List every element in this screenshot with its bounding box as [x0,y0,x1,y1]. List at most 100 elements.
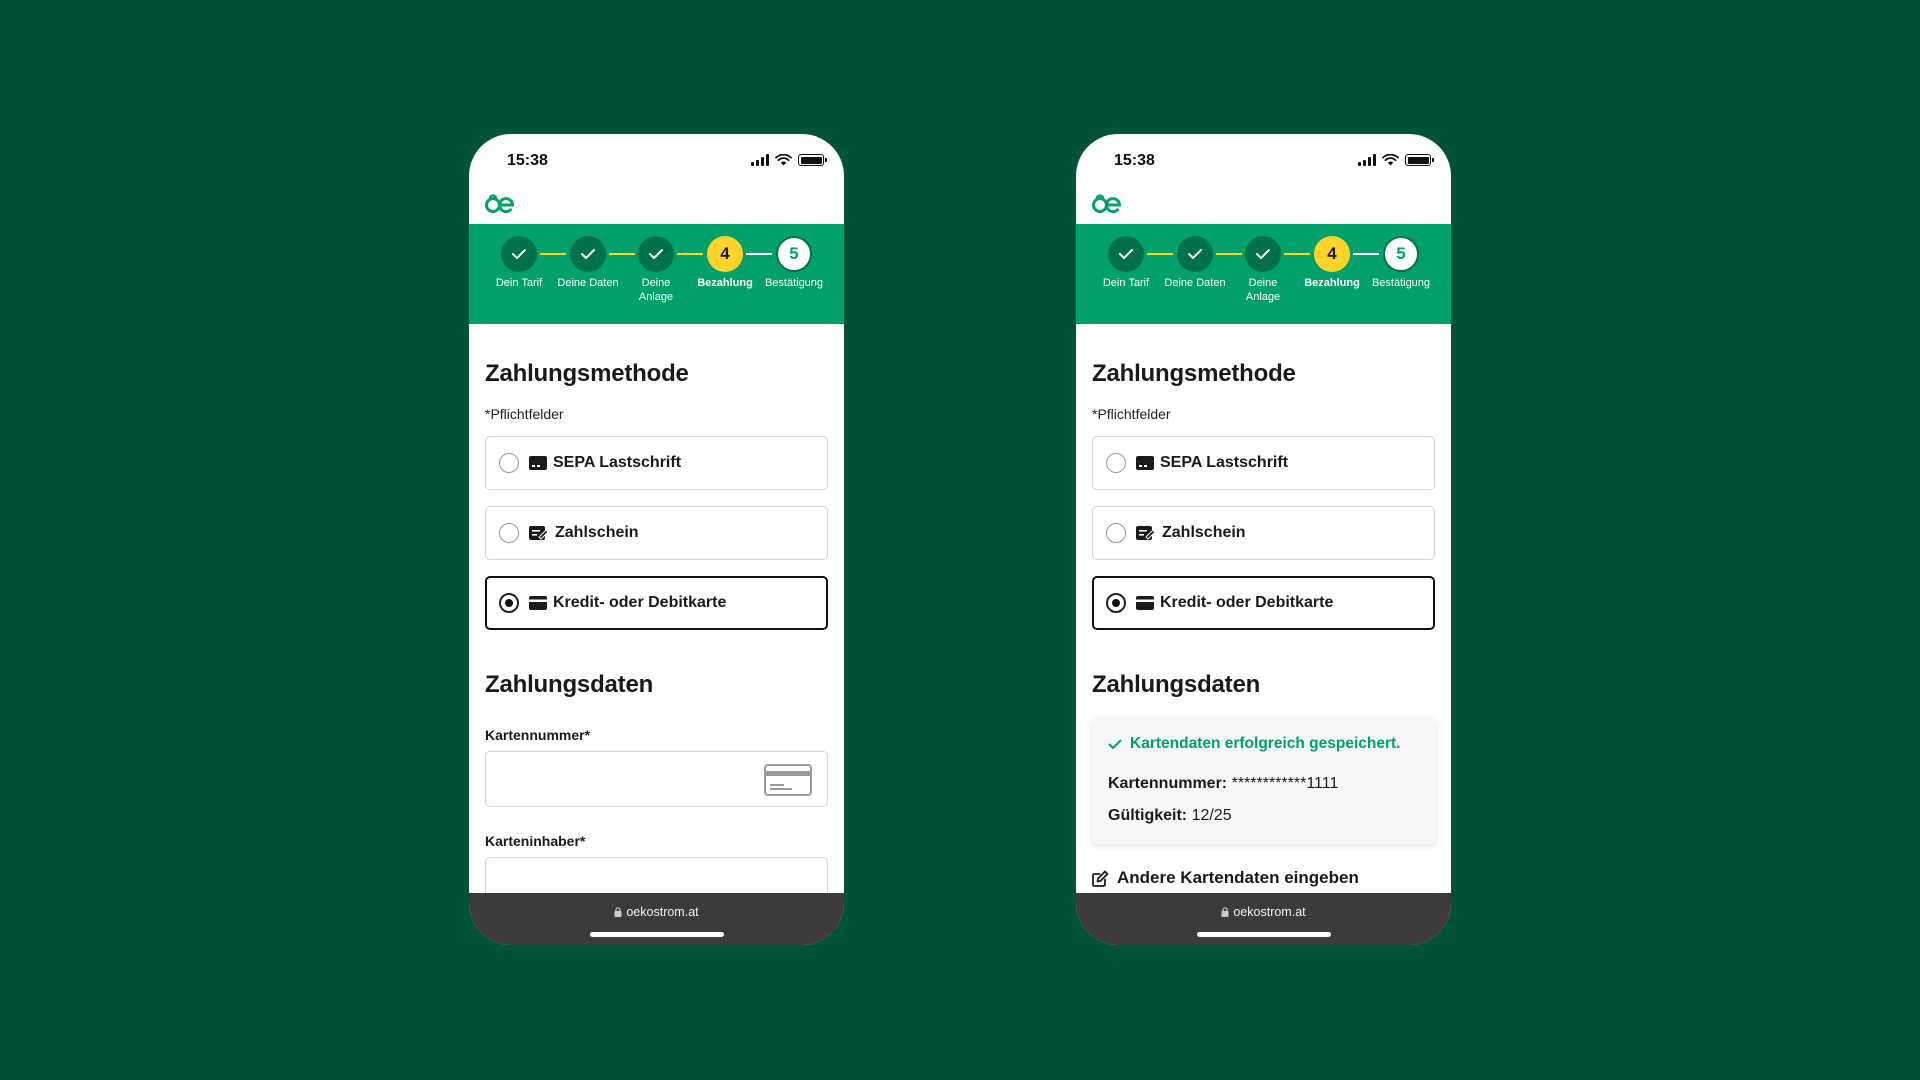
check-icon [1108,739,1122,749]
saved-card-number: Kartennummer: ************1111 [1108,775,1338,793]
validity-label: Gültigkeit: [1108,807,1188,824]
payment-option-label: Kredit- oder Debitkarte [1160,594,1334,611]
lock-icon [1221,907,1229,917]
step-dein-tarif[interactable]: Dein Tarif [1091,236,1161,290]
check-icon [1256,249,1270,259]
step-deine-anlage[interactable]: Deine Anlage [1228,236,1298,304]
check-icon [581,249,595,259]
step-number: 5 [776,236,812,272]
card-number-label: Kartennummer* [485,727,591,743]
payment-option-label: Kredit- oder Debitkarte [553,594,727,611]
status-time: 15:38 [507,152,548,169]
payment-content: Zahlungsmethode *Pflichtfelder SEPA Last… [469,324,844,945]
lock-icon [614,907,622,917]
payment-option-label: Zahlschein [1162,524,1246,541]
battery-icon [1405,154,1434,166]
success-message: Kartendaten erfolgreich gespeichert. [1108,735,1400,753]
wifi-icon [1382,154,1399,166]
step-label: Bestätigung [1371,277,1431,289]
bank-card-icon [1136,456,1154,470]
section-title-zahlungsdaten: Zahlungsdaten [1092,671,1261,698]
app-header [469,186,844,224]
card-holder-label: Karteninhaber* [485,833,586,849]
home-indicator[interactable] [589,932,724,937]
oekostrom-logo-icon[interactable] [1091,194,1123,214]
check-icon [512,249,526,259]
card-number-value: ************1111 [1231,775,1339,792]
step-deine-daten[interactable]: Deine Daten [553,236,623,290]
progress-stepper: Dein Tarif Deine Daten Deine Anlage 4 Be… [1076,224,1451,324]
edit-card-data-link[interactable]: Andere Kartendaten eingeben [1092,868,1359,888]
payslip-icon [529,526,549,540]
payment-option-label: Zahlschein [555,524,639,541]
status-time: 15:38 [1114,152,1155,169]
step-number: 4 [707,236,743,272]
payment-option-zahlschein[interactable]: Zahlschein [485,506,828,560]
credit-card-icon [529,596,547,610]
step-bezahlung[interactable]: 4 Bezahlung [1297,236,1367,290]
radio-button[interactable] [1106,453,1126,473]
step-dein-tarif[interactable]: Dein Tarif [484,236,554,290]
credit-card-placeholder-icon [764,764,812,796]
browser-url-text: oekostrom.at [626,905,699,919]
battery-icon [798,154,827,166]
check-icon [649,249,663,259]
browser-url[interactable]: oekostrom.at [1076,905,1451,919]
step-number: 5 [1383,236,1419,272]
status-bar: 15:38 [1076,134,1451,186]
section-title-zahlungsmethode: Zahlungsmethode [1092,360,1296,387]
wifi-icon [775,154,792,166]
payment-option-sepa[interactable]: SEPA Lastschrift [485,436,828,490]
payment-option-zahlschein[interactable]: Zahlschein [1092,506,1435,560]
home-indicator[interactable] [1196,932,1331,937]
step-label: Deine Anlage [1245,277,1281,303]
step-number: 4 [1314,236,1350,272]
payment-option-label: SEPA Lastschrift [553,454,682,471]
radio-button-selected[interactable] [1106,593,1126,613]
payment-option-kreditkarte[interactable]: Kredit- oder Debitkarte [1092,576,1435,630]
step-label: Deine Anlage [638,277,674,303]
section-title-zahlungsdaten: Zahlungsdaten [485,671,654,698]
bank-card-icon [529,456,547,470]
progress-stepper: Dein Tarif Deine Daten Deine Anlage 4 Be… [469,224,844,324]
radio-button[interactable] [1106,523,1126,543]
required-note: *Pflichtfelder [1092,406,1171,422]
success-message-text: Kartendaten erfolgreich gespeichert. [1130,735,1401,752]
required-note: *Pflichtfelder [485,406,564,422]
step-bestaetigung: 5 Bestätigung [759,236,829,290]
radio-button-selected[interactable] [499,593,519,613]
payslip-icon [1136,526,1156,540]
payment-content: Zahlungsmethode *Pflichtfelder SEPA Last… [1076,324,1451,945]
browser-bar: oekostrom.at [469,893,844,945]
status-bar: 15:38 [469,134,844,186]
phone-mockup-left: 15:38 Dein Tarif Deine Daten Deine Anlag… [469,134,844,945]
browser-url[interactable]: oekostrom.at [469,905,844,919]
oekostrom-logo-icon[interactable] [484,194,516,214]
saved-card-summary: Kartendaten erfolgreich gespeichert. Kar… [1092,717,1436,844]
step-deine-daten[interactable]: Deine Daten [1160,236,1230,290]
section-title-zahlungsmethode: Zahlungsmethode [485,360,689,387]
step-label: Bezahlung [697,277,753,289]
step-label: Bezahlung [1304,277,1360,289]
credit-card-icon [1136,596,1154,610]
payment-option-sepa[interactable]: SEPA Lastschrift [1092,436,1435,490]
card-number-label: Kartennummer: [1108,775,1228,792]
edit-icon [1092,870,1109,887]
payment-option-kreditkarte[interactable]: Kredit- oder Debitkarte [485,576,828,630]
signal-icon [751,154,769,166]
app-header [1076,186,1451,224]
signal-icon [1358,154,1376,166]
step-bezahlung[interactable]: 4 Bezahlung [690,236,760,290]
radio-button[interactable] [499,523,519,543]
radio-button[interactable] [499,453,519,473]
browser-url-text: oekostrom.at [1233,905,1306,919]
validity-value: 12/25 [1191,807,1232,824]
payment-option-label: SEPA Lastschrift [1160,454,1289,471]
step-bestaetigung: 5 Bestätigung [1366,236,1436,290]
step-label: Dein Tarif [495,277,543,289]
card-number-input[interactable] [485,751,828,807]
step-deine-anlage[interactable]: Deine Anlage [621,236,691,304]
saved-card-validity: Gültigkeit: 12/25 [1108,807,1232,825]
check-icon [1188,249,1202,259]
browser-bar: oekostrom.at [1076,893,1451,945]
